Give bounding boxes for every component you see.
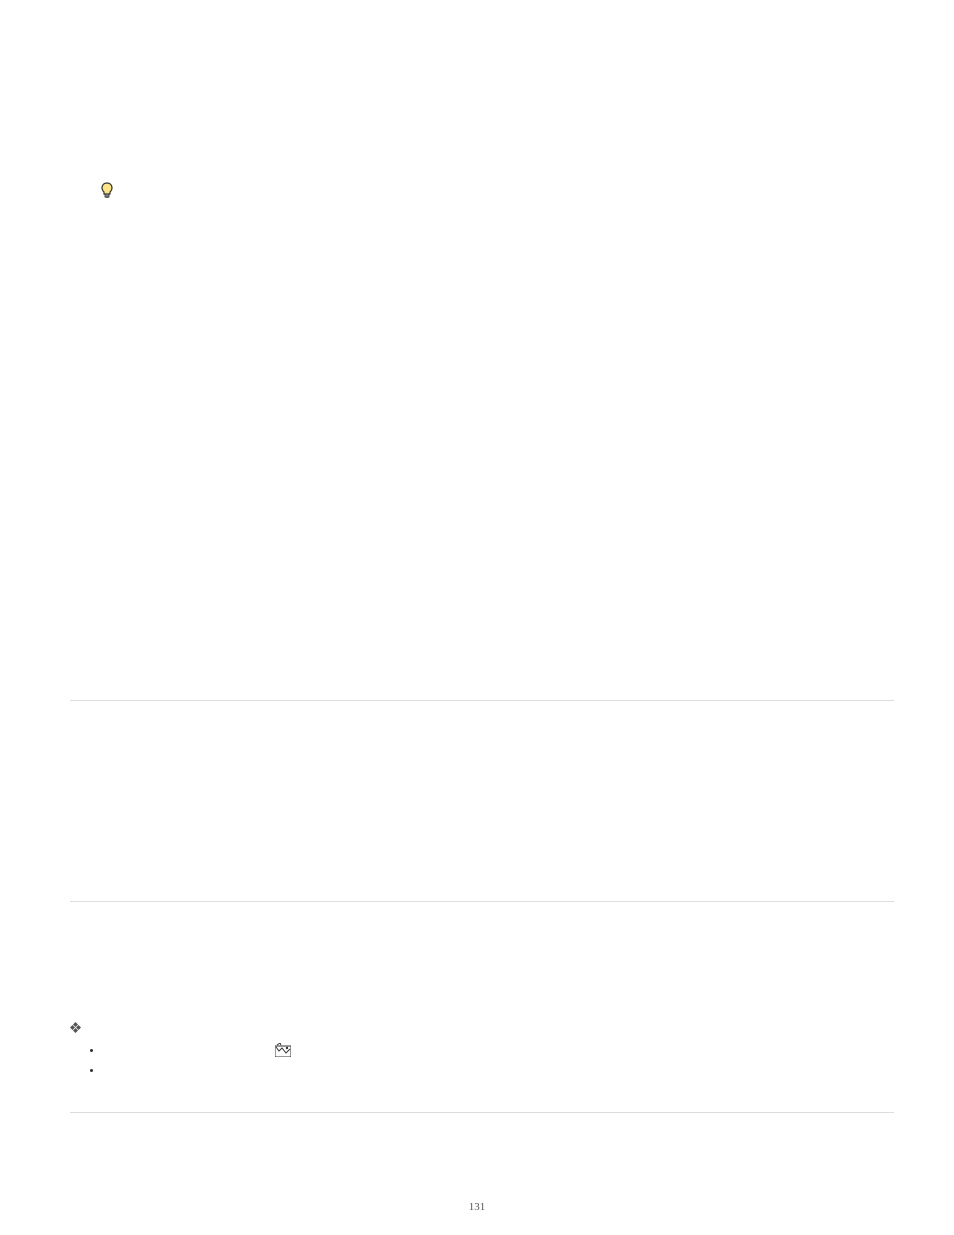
section-block xyxy=(70,1022,894,1072)
section-divider xyxy=(70,1112,894,1113)
list-item xyxy=(90,1069,894,1072)
tip-block xyxy=(100,180,894,200)
diamond-icon xyxy=(70,1022,81,1033)
tool-icon xyxy=(275,1043,291,1057)
section-block xyxy=(70,731,894,861)
procedure-list xyxy=(90,1043,894,1072)
section-divider xyxy=(70,901,894,902)
lightbulb-icon xyxy=(100,182,114,200)
section-divider xyxy=(70,700,894,701)
bullet-icon xyxy=(90,1069,93,1072)
page-number: 131 xyxy=(469,1201,486,1213)
bullet-icon xyxy=(90,1049,93,1052)
procedure-marker xyxy=(70,1022,894,1033)
list-item xyxy=(90,1043,894,1057)
